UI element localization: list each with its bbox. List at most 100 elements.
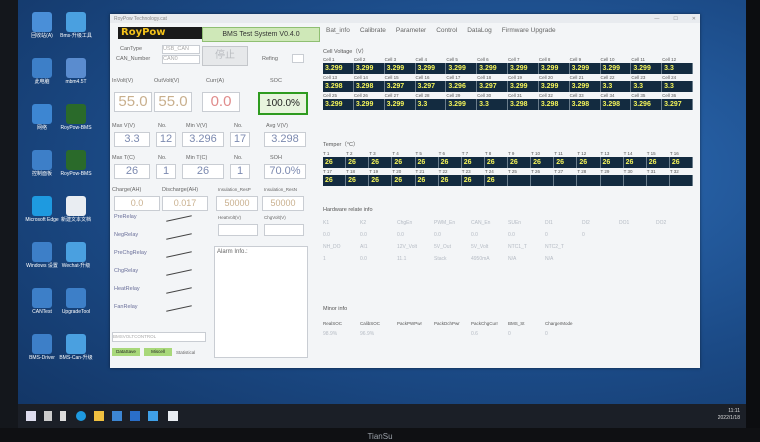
desktop-icon[interactable]: 网络 [24,104,60,131]
temp-header: T 26 [531,169,541,174]
app-window-taskbar-icon[interactable] [168,411,178,421]
relay-switch-icon [166,305,192,312]
desktop-icon[interactable]: Wechat-升级 [58,242,94,269]
roypow-taskbar-icon[interactable] [148,411,158,421]
temp-header: T 13 [600,151,610,156]
temp-header: T 3 [369,151,376,156]
desktop-icon[interactable]: Windows 设置 [24,242,60,269]
refresh-input[interactable] [292,54,304,63]
cell-header: Cell 35 [631,93,646,98]
temp-value: 26 [669,157,693,168]
tab[interactable]: DataLog [467,27,492,34]
cell-header: Cell 25 [323,93,338,98]
desktop-icon-label: mbm4.5T [65,79,87,85]
edge-icon[interactable] [76,411,86,421]
no3-label: No. [158,155,167,161]
maxv-label: Max V(V) [112,123,135,129]
temp-header: T 1 [323,151,330,156]
relay-label: HeatRelay [114,286,140,292]
desktop-icon[interactable]: 回收站(A) [24,12,60,39]
stop-button[interactable]: 停止 [202,46,248,66]
hardware-info-grid: K1 K2 ChgEn PWM_En CAN_En SUEn DI1 DI2 DO1 DO2 0.0… [323,220,693,262]
tab[interactable]: Parameter [396,27,426,34]
temp-header: T 9 [508,151,515,156]
desktop-icon[interactable]: RoyPow-BMS [58,150,94,177]
cell-header: Cell 12 [662,57,677,62]
tab[interactable]: Firmware Upgrade [502,27,556,34]
cell-voltage: 3.3 [631,81,663,92]
alarm-panel: Alarm Info.: [214,246,308,358]
charge-value: 0.0 [114,196,160,211]
cell-header: Cell 7 [508,57,520,62]
hardware-cell: N/A [545,256,554,262]
hardware-cell: 0.0 [471,232,478,238]
cell-voltage: 3.299 [384,63,416,74]
cell-header: Cell 27 [384,93,399,98]
temp-header: T 29 [600,169,610,174]
desktop-app-icon [32,196,52,216]
cell-voltage: 3.299 [538,81,570,92]
desktop-icon[interactable]: BMS-Can-升级 [58,334,94,361]
tab[interactable]: Control [436,27,457,34]
maximize-icon[interactable]: ☐ [673,16,677,22]
maxt-value: 26 [114,164,150,179]
desktop-icon[interactable]: 此电脑 [24,58,60,85]
desktop-app-icon [32,334,52,354]
temp-value [600,175,624,186]
hardware-cell: DI2 [582,220,590,226]
windows-start-icon[interactable] [26,411,36,421]
maxv-value: 3.3 [114,132,150,147]
minimize-icon[interactable]: — [654,16,659,22]
minor-header: RealSOC [323,321,343,326]
temp-header: T 27 [554,169,564,174]
cell-voltage: 3.299 [415,63,447,74]
desktop-icon[interactable]: mbm4.5T [58,58,94,85]
bms-volt-control-field[interactable]: BMSVOLTCONTROL [112,332,206,342]
cell-header: Cell 24 [662,75,677,80]
task-view-icon[interactable] [60,411,66,421]
search-icon[interactable] [44,411,52,421]
temp-header: T 32 [669,169,679,174]
hardware-cell: 0.0 [360,256,367,262]
cell-voltage-title: Cell Voltage（V） [323,49,368,55]
temp-header: T 22 [438,169,448,174]
desktop-icon[interactable]: BMS-Driver [24,334,60,361]
desktop-icon-label: 新建文本文档 [60,217,91,223]
temp-value: 26 [392,175,416,186]
desktop-icon[interactable]: 新建文本文档 [58,196,94,223]
temp-header: T 18 [346,169,356,174]
store-icon[interactable] [112,411,122,421]
can-number-select[interactable]: CAN0 [162,55,200,64]
clock-time: 11:11 [728,408,740,414]
desktop-icon[interactable]: UpgradeTool [58,288,94,315]
alarm-label: Alarm Info.: [217,249,248,255]
close-icon[interactable]: ✕ [692,16,696,22]
data-save-button[interactable]: DataSave [112,348,140,356]
cell-voltage: 3.298 [538,99,570,110]
tab[interactable]: Bat_info [326,27,350,34]
desktop-icon[interactable]: CANTest [24,288,60,315]
tab[interactable]: Calibrate [360,27,386,34]
desktop-icon-label: UpgradeTool [61,309,91,315]
file-explorer-icon[interactable] [94,411,104,421]
miscell-button[interactable]: Miscell [144,348,172,356]
desktop-icon[interactable]: Bms-升级工具 [58,12,94,39]
temp-value: 26 [461,157,485,168]
no1-value: 12 [156,132,176,147]
cell-voltage: 3.299 [384,99,416,110]
desktop-icon-label: 控制面板 [31,171,52,177]
desktop-icon[interactable]: 控制面板 [24,150,60,177]
cell-header: Cell 23 [631,75,646,80]
cell-voltage: 3.299 [323,63,354,74]
minor-header [656,320,693,327]
temp-value: 26 [392,157,416,168]
temp-value: 26 [577,157,601,168]
no4-label: No. [234,155,243,161]
can-type-select[interactable]: USB_CAN [162,45,200,54]
app-icon[interactable] [130,411,140,421]
desktop-icon[interactable]: Microsoft Edge [24,196,60,223]
no2-label: No. [234,123,243,129]
hardware-cell [619,244,656,250]
desktop-icon[interactable]: RoyPow-BMS [58,104,94,131]
insres-label: Insulation_ResP [218,187,251,192]
